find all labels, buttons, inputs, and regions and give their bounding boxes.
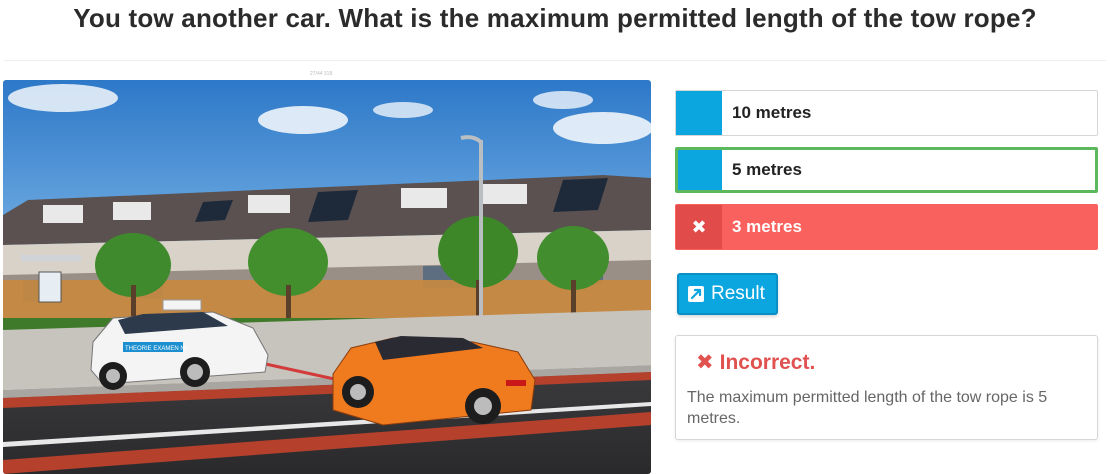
answer-label: 5 metres (732, 160, 802, 179)
answer-label: 10 metres (732, 103, 812, 122)
answer-marker (676, 91, 722, 135)
feedback-heading: ✖ Incorrect. (696, 350, 815, 375)
close-icon: ✖ (691, 217, 707, 237)
answer-label: 3 metres (732, 217, 802, 236)
close-icon: ✖ (696, 351, 714, 374)
feedback-text: The maximum permitted length of the tow … (687, 389, 1048, 427)
answer-marker (678, 150, 722, 190)
image-caption: 27/44 318 (310, 71, 333, 77)
answer-list: 10 metres 5 metres ✖ 3 metres (675, 90, 1098, 261)
divider (4, 60, 1106, 61)
car-sign-text: THEORIE EXAMEN NL (125, 346, 189, 352)
result-button-label: Result (711, 283, 765, 304)
external-link-icon (688, 286, 704, 302)
feedback-panel: ✖ Incorrect. The maximum permitted length… (675, 335, 1098, 440)
feedback-heading-text: Incorrect. (719, 351, 816, 374)
answer-option-3-metres[interactable]: ✖ 3 metres (675, 204, 1098, 250)
answer-option-5-metres[interactable]: 5 metres (675, 147, 1098, 193)
question-title: You tow another car. What is the maximum… (73, 3, 1037, 33)
question-image: THEORIE EXAMEN NL (3, 80, 651, 474)
result-button[interactable]: Result (677, 273, 778, 315)
answer-option-10-metres[interactable]: 10 metres (675, 90, 1098, 136)
answer-marker: ✖ (676, 205, 722, 249)
